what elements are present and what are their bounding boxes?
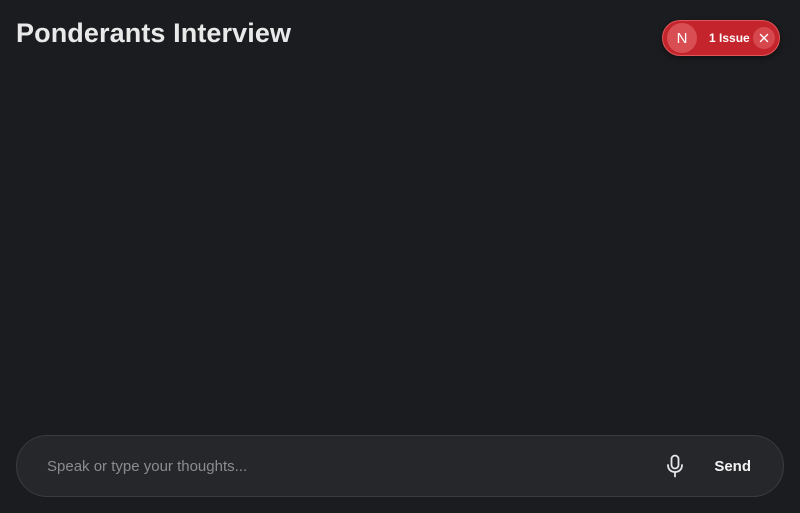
app-root: Ponderants Interview N 1 Issue Send [0,0,800,513]
message-composer: Send [16,435,784,497]
thought-input[interactable] [47,446,661,486]
microphone-icon-glyph [667,454,684,478]
close-icon-glyph [759,33,769,43]
send-button[interactable]: Send [714,458,751,475]
close-icon[interactable] [753,27,775,49]
page-title: Ponderants Interview [16,18,292,48]
microphone-icon[interactable] [660,451,690,481]
nextjs-logo-icon[interactable]: N [667,23,697,53]
issues-count-label[interactable]: 1 Issue [709,31,750,45]
dev-issues-badge[interactable]: N 1 Issue [662,20,780,56]
